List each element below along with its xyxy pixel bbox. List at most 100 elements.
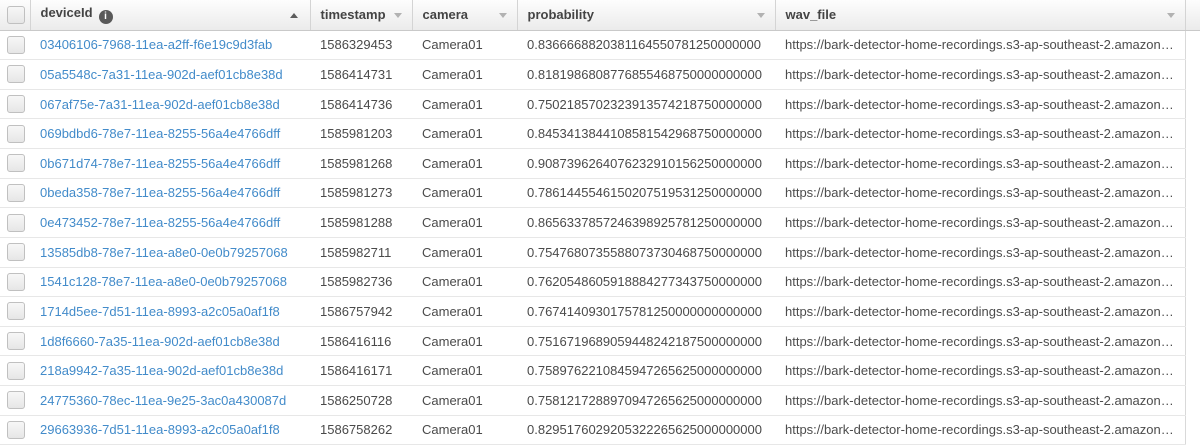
row-checkbox[interactable] <box>7 243 25 262</box>
row-checkbox-cell <box>0 59 30 90</box>
row-checkbox[interactable] <box>7 65 25 84</box>
row-checkbox[interactable] <box>7 272 25 291</box>
row-checkbox[interactable] <box>7 332 25 351</box>
device-id-link[interactable]: 1541c128-78e7-11ea-a8e0-0e0b79257068 <box>40 274 287 289</box>
row-spacer <box>1184 385 1200 416</box>
timestamp-cell: 1586416116 <box>310 326 412 357</box>
device-id-link[interactable]: 1d8f6660-7a35-11ea-902d-aef01cb8e38d <box>40 334 280 349</box>
table-row: 03406106-7968-11ea-a2ff-f6e19c9d3fab 158… <box>0 30 1200 61</box>
sort-caret-icon <box>393 12 402 18</box>
device-id-cell: 218a9942-7a35-11ea-902d-aef01cb8e38d <box>30 355 310 386</box>
row-checkbox[interactable] <box>7 213 25 232</box>
column-header-camera[interactable]: camera <box>412 0 518 31</box>
device-id-link[interactable]: 069bdbd6-78e7-11ea-8255-56a4e4766dff <box>40 126 280 141</box>
device-id-link[interactable]: 0b671d74-78e7-11ea-8255-56a4e4766dff <box>40 156 280 171</box>
device-id-link[interactable]: 067af75e-7a31-11ea-902d-aef01cb8e38d <box>40 97 280 112</box>
timestamp-cell: 1586758262 <box>310 415 412 445</box>
row-checkbox-cell <box>0 267 30 298</box>
probability-cell: 0.8181986808776855468750000000000 <box>517 59 775 90</box>
items-table: deviceId i timestamp camera probability w… <box>0 0 1200 445</box>
device-id-cell: 0b671d74-78e7-11ea-8255-56a4e4766dff <box>30 148 310 179</box>
row-checkbox[interactable] <box>7 391 25 410</box>
sort-ascending-icon <box>289 12 298 18</box>
row-checkbox[interactable] <box>7 361 25 380</box>
wav-file-cell: https://bark-detector-home-recordings.s3… <box>775 237 1185 268</box>
row-checkbox-cell <box>0 178 30 209</box>
column-label-wav-file: wav_file <box>785 7 837 23</box>
column-header-wav-file[interactable]: wav_file <box>775 0 1186 31</box>
device-id-link[interactable]: 03406106-7968-11ea-a2ff-f6e19c9d3fab <box>40 37 272 52</box>
column-header-probability[interactable]: probability <box>517 0 776 31</box>
select-all-checkbox[interactable] <box>7 5 25 24</box>
timestamp-cell: 1585981288 <box>310 207 412 238</box>
device-id-link[interactable]: 13585db8-78e7-11ea-a8e0-0e0b79257068 <box>40 245 288 260</box>
row-checkbox[interactable] <box>7 420 25 439</box>
row-checkbox-cell <box>0 415 30 445</box>
row-checkbox[interactable] <box>7 183 25 202</box>
probability-cell: 0.7547680735588073730468750000000 <box>517 237 775 268</box>
device-id-link[interactable]: 0beda358-78e7-11ea-8255-56a4e4766dff <box>40 185 280 200</box>
device-id-cell: 1541c128-78e7-11ea-a8e0-0e0b79257068 <box>30 267 310 298</box>
device-id-cell: 067af75e-7a31-11ea-902d-aef01cb8e38d <box>30 89 310 120</box>
probability-cell: 0.7502185702323913574218750000000 <box>517 89 775 120</box>
row-spacer <box>1184 207 1200 238</box>
row-checkbox-cell <box>0 148 30 179</box>
camera-cell: Camera01 <box>412 296 517 327</box>
probability-cell: 0.8366668820381164550781250000000 <box>517 30 775 61</box>
column-header-timestamp[interactable]: timestamp <box>310 0 413 31</box>
device-id-link[interactable]: 24775360-78ec-11ea-9e25-3ac0a430087d <box>40 393 286 408</box>
camera-cell: Camera01 <box>412 148 517 179</box>
device-id-cell: 0beda358-78e7-11ea-8255-56a4e4766dff <box>30 178 310 209</box>
wav-file-cell: https://bark-detector-home-recordings.s3… <box>775 30 1185 61</box>
row-spacer <box>1184 355 1200 386</box>
camera-cell: Camera01 <box>412 385 517 416</box>
wav-file-cell: https://bark-detector-home-recordings.s3… <box>775 296 1185 327</box>
device-id-cell: 13585db8-78e7-11ea-a8e0-0e0b79257068 <box>30 237 310 268</box>
wav-file-cell: https://bark-detector-home-recordings.s3… <box>775 118 1185 149</box>
row-checkbox[interactable] <box>7 302 25 321</box>
probability-cell: 0.9087396264076232910156250000000 <box>517 148 775 179</box>
row-checkbox-cell <box>0 30 30 61</box>
wav-file-cell: https://bark-detector-home-recordings.s3… <box>775 89 1185 120</box>
timestamp-cell: 1585982711 <box>310 237 412 268</box>
wav-file-cell: https://bark-detector-home-recordings.s3… <box>775 385 1185 416</box>
probability-cell: 0.8453413844108581542968750000000 <box>517 118 775 149</box>
table-row: 1541c128-78e7-11ea-a8e0-0e0b79257068 158… <box>0 267 1200 298</box>
device-id-link[interactable]: 1714d5ee-7d51-11ea-8993-a2c05a0af1f8 <box>40 304 280 319</box>
probability-cell: 0.7581217288970947265625000000000 <box>517 385 775 416</box>
camera-cell: Camera01 <box>412 178 517 209</box>
device-id-link[interactable]: 0e473452-78e7-11ea-8255-56a4e4766dff <box>40 215 280 230</box>
device-id-link[interactable]: 218a9942-7a35-11ea-902d-aef01cb8e38d <box>40 363 283 378</box>
device-id-cell: 03406106-7968-11ea-a2ff-f6e19c9d3fab <box>30 30 310 61</box>
timestamp-cell: 1585982736 <box>310 267 412 298</box>
device-id-cell: 1714d5ee-7d51-11ea-8993-a2c05a0af1f8 <box>30 296 310 327</box>
camera-cell: Camera01 <box>412 355 517 386</box>
sort-caret-icon <box>498 12 507 18</box>
device-id-link[interactable]: 05a5548c-7a31-11ea-902d-aef01cb8e38d <box>40 67 283 82</box>
row-checkbox[interactable] <box>7 124 25 143</box>
device-id-link[interactable]: 29663936-7d51-11ea-8993-a2c05a0af1f8 <box>40 422 280 437</box>
table-row: 067af75e-7a31-11ea-902d-aef01cb8e38d 158… <box>0 89 1200 120</box>
probability-cell: 0.8656337857246398925781250000000 <box>517 207 775 238</box>
device-id-cell: 24775360-78ec-11ea-9e25-3ac0a430087d <box>30 385 310 416</box>
camera-cell: Camera01 <box>412 415 517 445</box>
row-spacer <box>1184 267 1200 297</box>
row-checkbox[interactable] <box>7 35 25 54</box>
column-header-deviceid[interactable]: deviceId i <box>30 0 311 31</box>
row-checkbox[interactable] <box>7 154 25 173</box>
table-row: 0e473452-78e7-11ea-8255-56a4e4766dff 158… <box>0 207 1200 238</box>
row-spacer <box>1184 178 1200 208</box>
table-header: deviceId i timestamp camera probability w… <box>0 0 1200 31</box>
column-label-camera: camera <box>422 7 469 23</box>
info-icon[interactable]: i <box>98 10 113 25</box>
row-checkbox[interactable] <box>7 95 25 114</box>
timestamp-cell: 1585981203 <box>310 118 412 149</box>
select-all-cell <box>0 0 31 31</box>
timestamp-cell: 1586757942 <box>310 296 412 327</box>
row-spacer <box>1184 30 1200 60</box>
timestamp-cell: 1586414731 <box>310 59 412 90</box>
table-row: 0b671d74-78e7-11ea-8255-56a4e4766dff 158… <box>0 148 1200 179</box>
row-spacer <box>1184 59 1200 90</box>
probability-cell: 0.7516719689059448242187500000000 <box>517 326 775 357</box>
row-checkbox-cell <box>0 385 30 416</box>
